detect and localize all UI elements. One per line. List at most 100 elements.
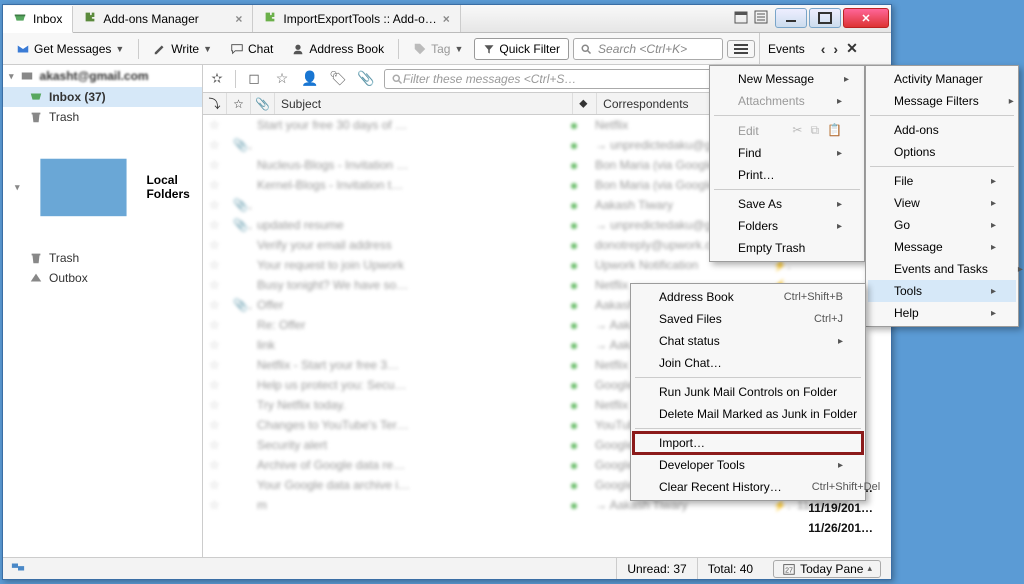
unread-filter-icon[interactable]: ◻ [244, 70, 264, 87]
events-prev-icon[interactable]: ‹ [821, 41, 826, 57]
app-window: Inbox Add-ons Manager × ImportExportTool… [2, 4, 892, 580]
menu-options[interactable]: Options [868, 141, 1016, 163]
tasks-icon[interactable] [753, 9, 769, 28]
menu-save-as[interactable]: Save As [712, 193, 862, 215]
menu-print[interactable]: Print… [712, 164, 862, 186]
menu-find[interactable]: Find [712, 142, 862, 164]
title-icons [727, 5, 775, 32]
account-row[interactable]: ▾ akasht@gmail.com [3, 65, 202, 87]
close-tab-icon[interactable]: × [443, 12, 450, 26]
col-star[interactable]: ☆ [227, 93, 251, 114]
app-menu-button[interactable] [727, 40, 755, 58]
tab-label: Add-ons Manager [103, 12, 198, 26]
puzzle-icon [263, 10, 277, 27]
col-read[interactable]: ⬥ [573, 93, 597, 114]
puzzle-icon [83, 10, 97, 27]
col-thread[interactable]: ⤵ [203, 93, 227, 114]
collapse-icon: ▾ [9, 71, 14, 82]
date-cell: 11/26/201… [808, 521, 873, 535]
write-button[interactable]: Write ▼ [146, 38, 219, 60]
search-icon [580, 43, 592, 55]
tab-label: ImportExportTools :: Add-o… [283, 12, 436, 26]
col-label: Correspondents [603, 97, 688, 111]
close-tab-icon[interactable]: × [235, 12, 242, 26]
search-icon [391, 73, 403, 85]
total-count: Total: 40 [697, 558, 763, 579]
search-placeholder: Search <Ctrl+K> [598, 42, 687, 56]
titlebar: Inbox Add-ons Manager × ImportExportTool… [3, 5, 891, 33]
col-subject[interactable]: Subject [275, 93, 573, 114]
menu-developer-tools[interactable]: Developer Tools [633, 454, 863, 476]
calendar-icon: 27 [782, 562, 796, 576]
menu-join-chat[interactable]: Join Chat… [633, 352, 863, 374]
calendar-icon[interactable] [733, 9, 749, 28]
tag-button[interactable]: Tag ▼ [406, 38, 470, 60]
outbox-icon [29, 271, 43, 285]
col-label: Subject [281, 97, 321, 111]
menu-help[interactable]: Help [868, 302, 1016, 324]
menu-events-tasks[interactable]: Events and Tasks [868, 258, 1016, 280]
app-menu-col2: Activity Manager Message Filters Add-ons… [865, 65, 1019, 327]
menu-go[interactable]: Go [868, 214, 1016, 236]
tab-import-tools[interactable]: ImportExportTools :: Add-o… × [253, 5, 460, 32]
tab-strip: Inbox Add-ons Manager × ImportExportTool… [3, 5, 727, 32]
paste-icon: 📋 [827, 123, 842, 138]
close-window-button[interactable] [843, 8, 889, 28]
menu-import[interactable]: Import… [633, 432, 863, 454]
local-folders-row[interactable]: ▾ Local Folders [3, 127, 202, 248]
today-pane-button[interactable]: 27 Today Pane ▴ [773, 560, 881, 578]
menu-addons[interactable]: Add-ons [868, 119, 1016, 141]
folder-local-trash[interactable]: Trash [3, 248, 202, 268]
menu-empty-trash[interactable]: Empty Trash [712, 237, 862, 259]
quick-filter-button[interactable]: Quick Filter [474, 38, 569, 60]
col-attachment[interactable]: 📎 [251, 93, 275, 114]
folder-inbox[interactable]: Inbox (37) [3, 87, 202, 107]
events-pane-header: Events ‹ › ✕ [759, 33, 866, 64]
menu-view[interactable]: View [868, 192, 1016, 214]
menu-activity-manager[interactable]: Activity Manager [868, 68, 1016, 90]
inbox-icon [29, 90, 43, 104]
address-book-label: Address Book [309, 42, 384, 56]
menu-new-message[interactable]: New Message [712, 68, 862, 90]
minimize-button[interactable] [775, 8, 807, 28]
copy-icon: ⧉ [810, 123, 819, 138]
menu-run-junk[interactable]: Run Junk Mail Controls on Folder [633, 381, 863, 403]
folder-outbox[interactable]: Outbox [3, 268, 202, 288]
menu-address-book[interactable]: Address BookCtrl+Shift+B [633, 286, 863, 308]
menu-saved-files[interactable]: Saved FilesCtrl+J [633, 308, 863, 330]
caret-down-icon: ▼ [203, 44, 212, 54]
events-close-icon[interactable]: ✕ [846, 40, 858, 57]
tab-inbox[interactable]: Inbox [3, 6, 73, 33]
global-search-input[interactable]: Search <Ctrl+K> [573, 38, 723, 60]
date-cell: 11/19/201… [808, 501, 873, 515]
pin-filter-icon[interactable]: ✫ [207, 70, 227, 87]
events-next-icon[interactable]: › [833, 41, 838, 57]
address-book-button[interactable]: Address Book [284, 38, 391, 60]
chat-button[interactable]: Chat [223, 38, 280, 60]
menu-tools[interactable]: Tools [868, 280, 1016, 302]
inbox-icon [13, 11, 27, 28]
tag-filter-icon[interactable]: 🏷 [328, 70, 348, 87]
events-label: Events [768, 42, 805, 56]
menu-clear-history[interactable]: Clear Recent History…Ctrl+Shift+Del [633, 476, 863, 498]
online-icon[interactable] [3, 560, 33, 577]
quick-filter-label: Quick Filter [499, 42, 560, 56]
maximize-button[interactable] [809, 8, 841, 28]
menu-attachments[interactable]: Attachments [712, 90, 862, 112]
menu-file[interactable]: File [868, 170, 1016, 192]
star-filter-icon[interactable]: ☆ [272, 70, 292, 87]
tab-addons[interactable]: Add-ons Manager × [73, 5, 253, 32]
get-messages-button[interactable]: Get Messages ▼ [9, 38, 131, 60]
main-toolbar: Get Messages ▼ Write ▼ Chat Address Book… [3, 33, 891, 65]
menu-message[interactable]: Message [868, 236, 1016, 258]
trash-icon [29, 110, 43, 124]
tools-submenu: Address BookCtrl+Shift+B Saved FilesCtrl… [630, 283, 866, 501]
folder-label: Trash [49, 251, 79, 265]
menu-folders[interactable]: Folders [712, 215, 862, 237]
contact-filter-icon[interactable]: 👤 [300, 70, 320, 87]
menu-message-filters[interactable]: Message Filters [868, 90, 1016, 112]
menu-chat-status[interactable]: Chat status [633, 330, 863, 352]
attachment-filter-icon[interactable]: 📎 [356, 70, 376, 87]
menu-delete-junk[interactable]: Delete Mail Marked as Junk in Folder [633, 403, 863, 425]
folder-trash[interactable]: Trash [3, 107, 202, 127]
